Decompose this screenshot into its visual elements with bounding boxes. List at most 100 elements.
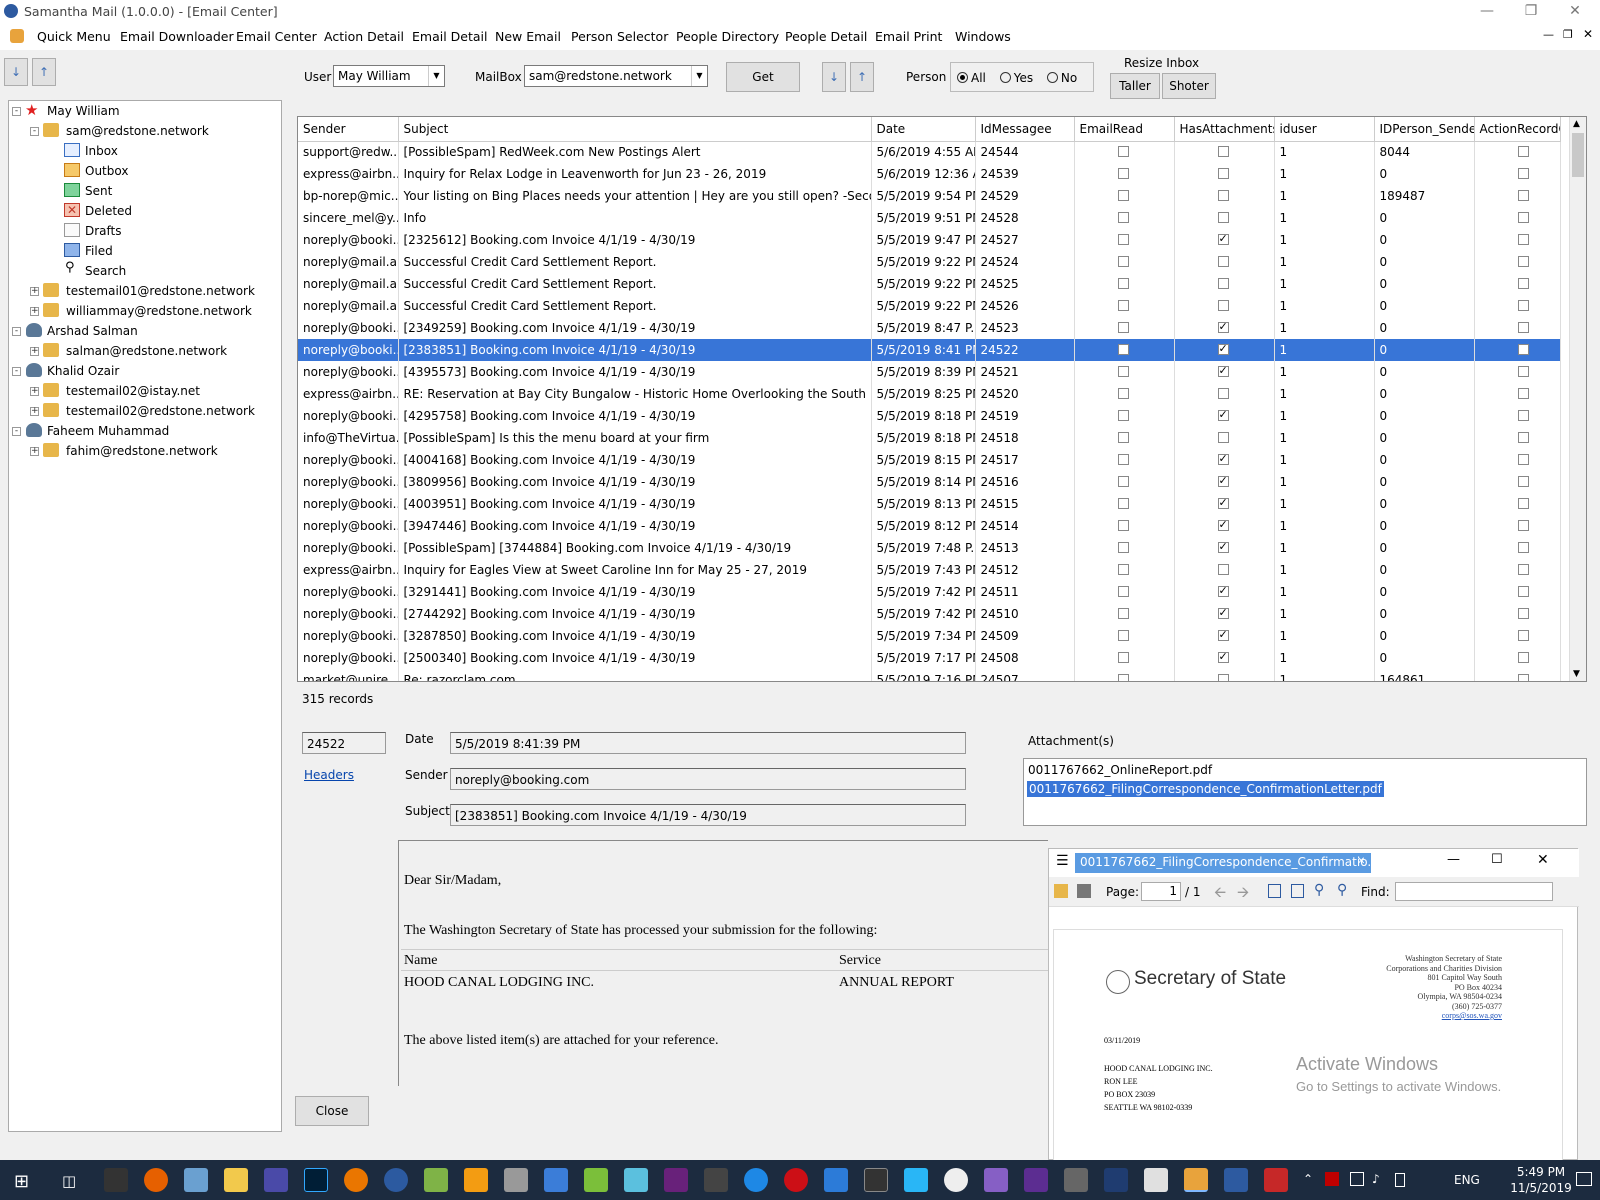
mdi-restore-icon[interactable]: ❐ bbox=[1563, 28, 1573, 41]
menu-windows[interactable]: Windows bbox=[955, 29, 1011, 44]
checkbox[interactable] bbox=[1517, 168, 1529, 179]
date-field[interactable]: 5/5/2019 8:41:39 PM bbox=[450, 732, 966, 754]
table-row[interactable]: noreply@booki... [4004168] Booking.com In… bbox=[298, 449, 1561, 471]
zoom-out-icon[interactable]: ⚲ bbox=[1314, 882, 1324, 898]
expand-icon[interactable]: + bbox=[30, 407, 39, 416]
fit-page-icon[interactable] bbox=[1268, 884, 1281, 898]
checkbox[interactable] bbox=[1517, 300, 1529, 311]
table-row[interactable]: noreply@booki... [3291441] Booking.com In… bbox=[298, 581, 1561, 603]
checkbox[interactable] bbox=[1517, 630, 1529, 641]
mdi-close-icon[interactable]: ✕ bbox=[1583, 27, 1593, 41]
checkbox[interactable] bbox=[1517, 608, 1529, 619]
checkbox[interactable] bbox=[1117, 586, 1129, 597]
print-icon[interactable] bbox=[1077, 884, 1091, 898]
start-icon[interactable]: ⊞ bbox=[14, 1171, 29, 1192]
checkbox[interactable] bbox=[1217, 432, 1229, 443]
checkbox[interactable] bbox=[1217, 388, 1229, 399]
table-row[interactable]: noreply@booki... [3809956] Booking.com In… bbox=[298, 471, 1561, 493]
addr-email[interactable]: corps@sos.wa.gov bbox=[1386, 1011, 1502, 1021]
expand-icon[interactable]: + bbox=[30, 387, 39, 396]
checkbox[interactable] bbox=[1117, 256, 1129, 267]
tab-close-icon[interactable]: ✕ bbox=[1357, 856, 1365, 867]
blender-icon[interactable] bbox=[344, 1168, 368, 1192]
cmd-icon[interactable] bbox=[104, 1168, 128, 1192]
app-icon[interactable] bbox=[904, 1168, 928, 1192]
photoshop-icon[interactable] bbox=[304, 1168, 328, 1192]
grid-scrollbar[interactable]: ▲ ▼ bbox=[1569, 117, 1586, 681]
table-row[interactable]: express@airbn... Inquiry for Relax Lodge … bbox=[298, 163, 1561, 185]
tree-folder-drafts[interactable]: Drafts bbox=[85, 224, 122, 238]
app-icon[interactable] bbox=[944, 1168, 968, 1192]
checkbox[interactable] bbox=[1217, 474, 1229, 487]
checkbox[interactable] bbox=[1117, 454, 1129, 465]
mailbox-select[interactable]: sam@redstone.network ▼ bbox=[524, 65, 708, 87]
app-icon[interactable] bbox=[384, 1168, 408, 1192]
tree-account-williammay[interactable]: williammay@redstone.network bbox=[66, 304, 252, 318]
tree-folder-outbox[interactable]: Outbox bbox=[85, 164, 128, 178]
radio-yes[interactable]: Yes bbox=[999, 71, 1033, 85]
tree-account-salman[interactable]: salman@redstone.network bbox=[66, 344, 227, 358]
checkbox[interactable] bbox=[1517, 146, 1529, 158]
next-page-icon[interactable]: 🡪 bbox=[1237, 882, 1249, 907]
col-header-iduser[interactable]: iduser bbox=[1274, 117, 1375, 142]
table-row[interactable]: noreply@booki... [2744292] Booking.com In… bbox=[298, 603, 1561, 625]
close-icon[interactable]: ✕ bbox=[1552, 0, 1598, 24]
menu-quick-menu[interactable]: Quick Menu bbox=[37, 29, 111, 44]
checkbox[interactable] bbox=[1217, 278, 1229, 289]
checkbox[interactable] bbox=[1517, 190, 1529, 201]
table-row[interactable]: info@TheVirtua... [PossibleSpam] Is this … bbox=[298, 427, 1561, 449]
prev-page-icon[interactable]: 🡨 bbox=[1214, 882, 1226, 907]
checkbox[interactable] bbox=[1517, 564, 1529, 575]
tree-folder-sent[interactable]: Sent bbox=[85, 184, 112, 198]
pdf-close-icon[interactable]: ✕ bbox=[1537, 852, 1549, 868]
checkbox[interactable] bbox=[1117, 608, 1129, 619]
checkbox[interactable] bbox=[1217, 190, 1229, 201]
menu-email-print[interactable]: Email Print bbox=[875, 29, 942, 44]
expand-icon[interactable]: + bbox=[30, 447, 39, 456]
tree-folder-search[interactable]: Search bbox=[85, 264, 126, 278]
task-view-icon[interactable]: ◫ bbox=[62, 1172, 76, 1190]
checkbox[interactable] bbox=[1217, 146, 1229, 158]
lang-indicator[interactable]: ENG bbox=[1454, 1173, 1480, 1187]
tree-account-sam[interactable]: sam@redstone.network bbox=[66, 124, 209, 138]
checkbox[interactable] bbox=[1117, 652, 1129, 663]
menu-action-detail[interactable]: Action Detail bbox=[324, 29, 404, 44]
checkbox[interactable] bbox=[1517, 542, 1529, 553]
collapse-icon[interactable]: - bbox=[30, 127, 39, 136]
app-icon[interactable] bbox=[744, 1168, 768, 1192]
checkbox[interactable] bbox=[1117, 234, 1129, 245]
checkbox[interactable] bbox=[1517, 520, 1529, 531]
close-button[interactable]: Close bbox=[295, 1096, 369, 1126]
checkbox[interactable] bbox=[1217, 518, 1229, 531]
checkbox[interactable] bbox=[1217, 300, 1229, 311]
minimize-icon[interactable]: — bbox=[1464, 0, 1510, 24]
table-row[interactable]: bp-norep@mic... Your listing on Bing Plac… bbox=[298, 185, 1561, 207]
checkbox[interactable] bbox=[1517, 278, 1529, 289]
firefox-icon[interactable] bbox=[144, 1168, 168, 1192]
checkbox[interactable] bbox=[1117, 432, 1129, 443]
checkbox[interactable] bbox=[1517, 212, 1529, 223]
checkbox[interactable] bbox=[1217, 232, 1229, 245]
app-icon[interactable] bbox=[1224, 1168, 1248, 1192]
table-row[interactable]: noreply@booki... [3287850] Booking.com In… bbox=[298, 625, 1561, 647]
app-icon[interactable] bbox=[824, 1168, 848, 1192]
page-input[interactable]: 1 bbox=[1141, 882, 1181, 901]
checkbox[interactable] bbox=[1117, 564, 1129, 575]
col-header-idmessage[interactable]: IdMessagee bbox=[975, 117, 1075, 142]
checkbox[interactable] bbox=[1217, 606, 1229, 619]
table-row[interactable]: noreply@booki... [4003951] Booking.com In… bbox=[298, 493, 1561, 515]
attachment-item[interactable]: 0011767662_OnlineReport.pdf bbox=[1028, 763, 1212, 777]
tree-up-button[interactable]: ↑ bbox=[32, 58, 56, 86]
table-row[interactable]: noreply@booki... [2500340] Booking.com In… bbox=[298, 647, 1561, 669]
checkbox[interactable] bbox=[1217, 584, 1229, 597]
checkbox[interactable] bbox=[1517, 432, 1529, 443]
menu-people-detail[interactable]: People Detail bbox=[785, 29, 867, 44]
attachment-item-selected[interactable]: 0011767662_FilingCorrespondence_Confirma… bbox=[1027, 781, 1384, 797]
table-row[interactable]: noreply@mail.a... Successful Credit Card … bbox=[298, 295, 1561, 317]
checkbox[interactable] bbox=[1517, 256, 1529, 267]
tree-account-testemail02-istay[interactable]: testemail02@istay.net bbox=[66, 384, 200, 398]
table-row[interactable]: noreply@booki... [4395573] Booking.com In… bbox=[298, 361, 1561, 383]
scroll-down-icon[interactable]: ▼ bbox=[1573, 669, 1580, 679]
checkbox[interactable] bbox=[1217, 364, 1229, 377]
checkbox[interactable] bbox=[1517, 234, 1529, 245]
